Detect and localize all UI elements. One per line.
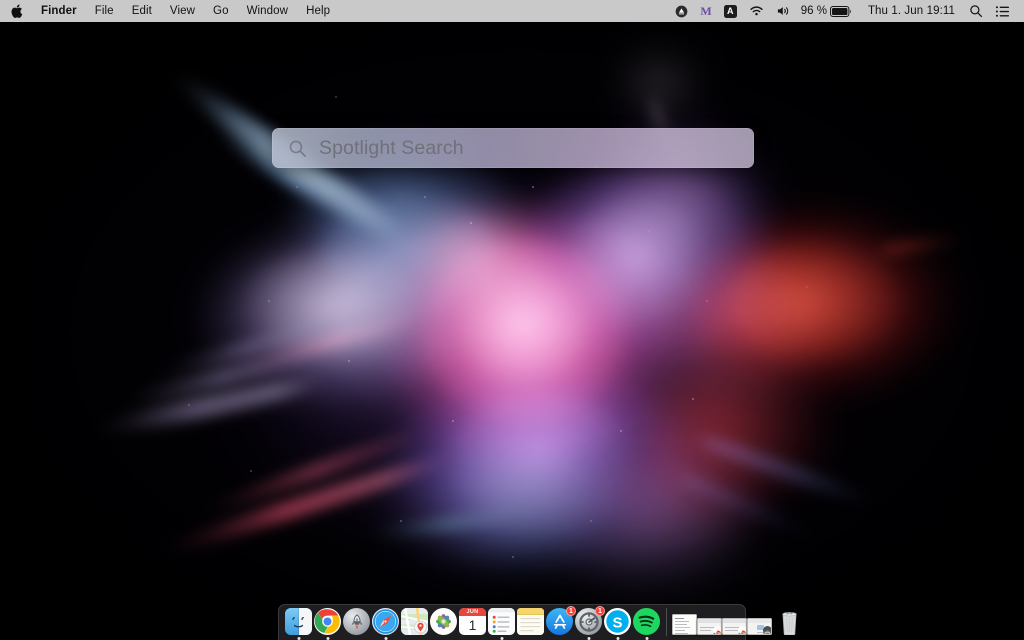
mendeley-status-icon[interactable]: M [694,0,717,22]
dock-item-photos[interactable] [430,608,457,635]
search-icon [288,139,307,158]
minimized-document-window[interactable] [672,608,697,635]
spotlight-search-panel[interactable]: Spotlight Search [272,128,754,168]
minimized-chrome-window-2[interactable] [722,608,747,635]
calendar-icon: JUN 1 [459,608,486,635]
menu-bar-clock[interactable]: Thu 1. Jun 19:11 [858,5,963,17]
calendar-month: JUN [459,608,486,616]
dock-item-system-preferences[interactable]: 1 [575,608,602,635]
dock-item-reminders[interactable] [488,608,515,635]
skype-icon: S [604,608,631,635]
spotlight-menubar-icon[interactable] [963,0,989,22]
desktop-screen: Finder File Edit View Go Window Help M [0,0,1024,640]
notes-icon [517,608,544,635]
dock-item-notes[interactable] [517,608,544,635]
trash-icon [777,608,802,635]
desktop-wallpaper[interactable] [0,0,1024,640]
photos-icon [430,608,457,635]
finder-icon [285,608,312,635]
calendar-day: 1 [469,616,477,635]
menu-bar: Finder File Edit View Go Window Help M [0,0,1024,22]
menu-bar-app-menus: Finder File Edit View Go Window Help [0,0,339,22]
menu-help[interactable]: Help [297,0,339,22]
dock: JUN 1 [278,604,746,640]
dock-item-calendar[interactable]: JUN 1 [459,608,486,635]
svg-text:S: S [612,614,622,631]
dock-item-spotify[interactable] [633,608,660,635]
battery-percent-label: 96 % [801,5,830,17]
dock-item-maps[interactable] [401,608,428,635]
launchpad-icon [343,608,370,635]
apple-menu[interactable] [9,0,32,22]
menu-bar-status-area: M A [669,0,1024,22]
maps-icon [401,608,428,635]
dock-item-trash[interactable] [777,608,802,635]
dock-item-finder[interactable] [285,608,312,635]
safari-icon [372,608,399,635]
menu-file[interactable]: File [86,0,123,22]
alfred-status-icon[interactable]: A [718,0,743,22]
menu-edit[interactable]: Edit [123,0,161,22]
minimized-chrome-window-1[interactable] [697,608,722,635]
chrome-icon [314,608,341,635]
dock-separator [666,608,667,636]
dock-item-launchpad[interactable] [343,608,370,635]
battery-status-item[interactable]: 96 % [797,0,858,22]
wifi-status-icon[interactable] [743,0,770,22]
menu-window[interactable]: Window [238,0,298,22]
menu-view[interactable]: View [161,0,204,22]
dropbox-status-icon[interactable] [669,0,694,22]
alfred-letter: A [724,5,737,18]
menu-finder[interactable]: Finder [32,0,86,22]
minimized-finder-window[interactable] [747,608,772,635]
volume-status-icon[interactable] [770,0,797,22]
wallpaper-vignette [0,0,1024,640]
dock-item-app-store[interactable]: 1 [546,608,573,635]
dock-item-chrome[interactable] [314,608,341,635]
spotify-icon [633,608,660,635]
dock-item-skype[interactable]: S [604,608,631,635]
spotlight-search-input[interactable]: Spotlight Search [319,137,464,160]
menu-go[interactable]: Go [204,0,238,22]
mendeley-letter: M [700,5,711,17]
reminders-icon [488,608,515,635]
dock-item-safari[interactable] [372,608,399,635]
battery-icon [830,6,852,17]
control-center-icon[interactable] [989,0,1016,22]
